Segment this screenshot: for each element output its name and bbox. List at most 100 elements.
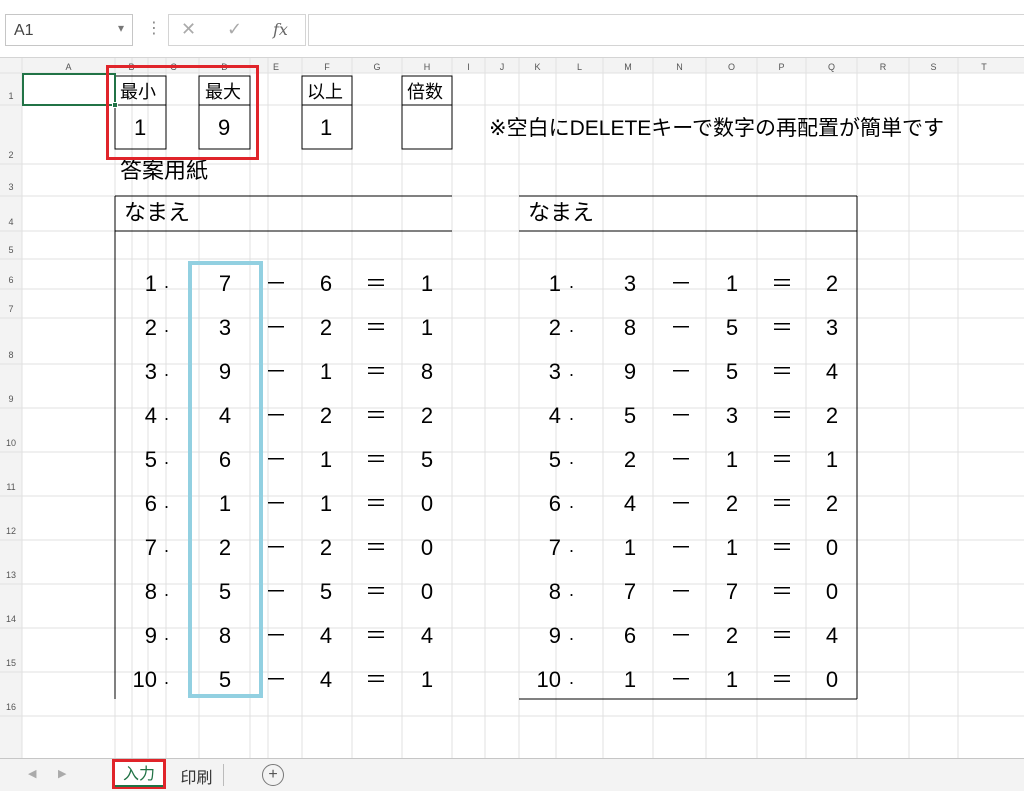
column-header-f[interactable]: F	[324, 62, 330, 72]
row-header-13[interactable]: 13	[6, 570, 16, 580]
right-problem-5-minus-sign: －	[669, 447, 692, 472]
column-header-i[interactable]: I	[467, 62, 470, 72]
above-value: 1	[320, 115, 333, 140]
row-header-14[interactable]: 14	[6, 614, 16, 624]
left-problem-6-number: 6	[144, 491, 157, 516]
left-problem-9-number: 9	[144, 623, 157, 648]
left-problem-3-equals-sign: ＝	[364, 359, 387, 384]
left-problem-9-second-operand: 4	[319, 623, 333, 648]
column-header-l[interactable]: L	[577, 62, 582, 72]
right-problem-6-equals-sign: ＝	[770, 491, 793, 516]
left-problem-8-minus-sign: －	[264, 579, 287, 604]
column-header-p[interactable]: P	[778, 62, 784, 72]
row-header-11[interactable]: 11	[6, 482, 15, 492]
formula-input[interactable]	[308, 14, 1024, 46]
row-header-12[interactable]: 12	[6, 526, 16, 536]
right-problem-3-equals-sign: ＝	[770, 359, 793, 384]
row-header-7[interactable]: 7	[8, 304, 13, 314]
right-problem-3-dot: .	[569, 360, 575, 380]
right-problem-2-equals-sign: ＝	[770, 315, 793, 340]
left-problem-9-dot: .	[164, 624, 170, 644]
column-header-a[interactable]: A	[65, 62, 71, 72]
column-header-h[interactable]: H	[424, 62, 431, 72]
left-problem-7-answer: 0	[420, 535, 434, 560]
settings-highlight-box	[106, 65, 259, 160]
left-problem-2-minus-sign: －	[264, 315, 287, 340]
column-header-g[interactable]: G	[373, 62, 380, 72]
row-header-3[interactable]: 3	[8, 182, 13, 192]
insert-function-icon[interactable]: fx	[273, 20, 288, 39]
column-header-o[interactable]: O	[728, 62, 735, 72]
spreadsheet-grid[interactable]: A B C D E F G H I J K L M N O P Q R S T 1 2 3 4 5 6 7 8 9 10 11 12 13 14 1…	[0, 58, 1024, 758]
left-problem-2-dot: .	[164, 316, 170, 336]
left-problem-9-first-operand: 8	[218, 623, 232, 648]
more-options-icon[interactable]: ⋮	[146, 18, 162, 38]
chevron-down-icon[interactable]: ▾	[118, 21, 124, 35]
right-problem-8-answer: 0	[825, 579, 839, 604]
enter-icon[interactable]: ✓	[227, 19, 242, 40]
left-problem-5-minus-sign: －	[264, 447, 287, 472]
right-problem-3-first-operand: 9	[623, 359, 637, 384]
row-header-5[interactable]: 5	[8, 245, 13, 255]
add-sheet-icon[interactable]: +	[262, 764, 284, 786]
left-problem-6-equals-sign: ＝	[364, 491, 387, 516]
left-problem-2-number: 2	[144, 315, 157, 340]
right-problem-9-dot: .	[569, 624, 575, 644]
row-header-15[interactable]: 15	[6, 658, 16, 668]
left-problem-10-equals-sign: ＝	[364, 667, 387, 692]
right-problem-1-dot: .	[569, 272, 575, 292]
column-header-k[interactable]: K	[534, 62, 540, 72]
left-problem-8-first-operand: 5	[218, 579, 232, 604]
right-problem-10-first-operand: 1	[623, 667, 637, 692]
right-problem-10-dot: .	[569, 668, 575, 688]
right-problem-3-number: 3	[548, 359, 561, 384]
column-header-e[interactable]: E	[273, 62, 279, 72]
sheet-tab-input[interactable]: 入力	[112, 759, 166, 789]
row-header-8[interactable]: 8	[8, 350, 13, 360]
right-problem-2-answer: 3	[825, 315, 839, 340]
left-problem-5-number: 5	[144, 447, 157, 472]
column-header-s[interactable]: S	[930, 62, 936, 72]
sheet-tab-print[interactable]: 印刷	[170, 764, 224, 787]
right-problem-7-answer: 0	[825, 535, 839, 560]
name-box[interactable]: A1 ▾	[5, 14, 133, 46]
column-header-r[interactable]: R	[880, 62, 887, 72]
row-header-1[interactable]: 1	[8, 91, 13, 101]
left-problem-1-dot: .	[164, 272, 170, 292]
multiple-value-cell	[401, 104, 453, 150]
left-problem-6-minus-sign: －	[264, 491, 287, 516]
left-problem-3-number: 3	[144, 359, 157, 384]
row-header-2[interactable]: 2	[8, 150, 13, 160]
left-problem-4-answer: 2	[420, 403, 434, 428]
cancel-icon[interactable]: ✕	[181, 19, 196, 40]
right-problem-9-answer: 4	[825, 623, 839, 648]
left-problem-4-minus-sign: －	[264, 403, 287, 428]
left-problem-1-answer: 1	[420, 271, 434, 296]
row-header-16[interactable]: 16	[6, 702, 16, 712]
scroll-tabs-right-icon[interactable]: ▶	[58, 767, 66, 780]
column-header-t[interactable]: T	[981, 62, 987, 72]
right-problem-1-minus-sign: －	[669, 271, 692, 296]
column-header-n[interactable]: N	[676, 62, 683, 72]
column-header-j[interactable]: J	[500, 62, 505, 72]
left-problem-5-second-operand: 1	[319, 447, 333, 472]
left-problem-5-dot: .	[164, 448, 170, 468]
right-problem-10-minus-sign: －	[669, 667, 692, 692]
right-problem-4-answer: 2	[825, 403, 839, 428]
formula-buttons: ✕ ✓ fx	[168, 14, 306, 46]
left-problem-10-minus-sign: －	[264, 667, 287, 692]
column-header-q[interactable]: Q	[828, 62, 835, 72]
column-header-m[interactable]: M	[624, 62, 632, 72]
left-problem-3-dot: .	[164, 360, 170, 380]
row-header-4[interactable]: 4	[8, 217, 13, 227]
right-problem-2-first-operand: 8	[623, 315, 637, 340]
scroll-tabs-left-icon[interactable]: ◀	[28, 767, 36, 780]
left-problem-1-second-operand: 6	[319, 271, 333, 296]
active-cell[interactable]	[22, 73, 116, 106]
row-header-9[interactable]: 9	[8, 394, 13, 404]
right-problem-7-equals-sign: ＝	[770, 535, 793, 560]
row-header-10[interactable]: 10	[6, 438, 16, 448]
sheet-tab-label: 入力	[115, 765, 163, 787]
row-header-6[interactable]: 6	[8, 275, 13, 285]
right-problem-5-dot: .	[569, 448, 575, 468]
